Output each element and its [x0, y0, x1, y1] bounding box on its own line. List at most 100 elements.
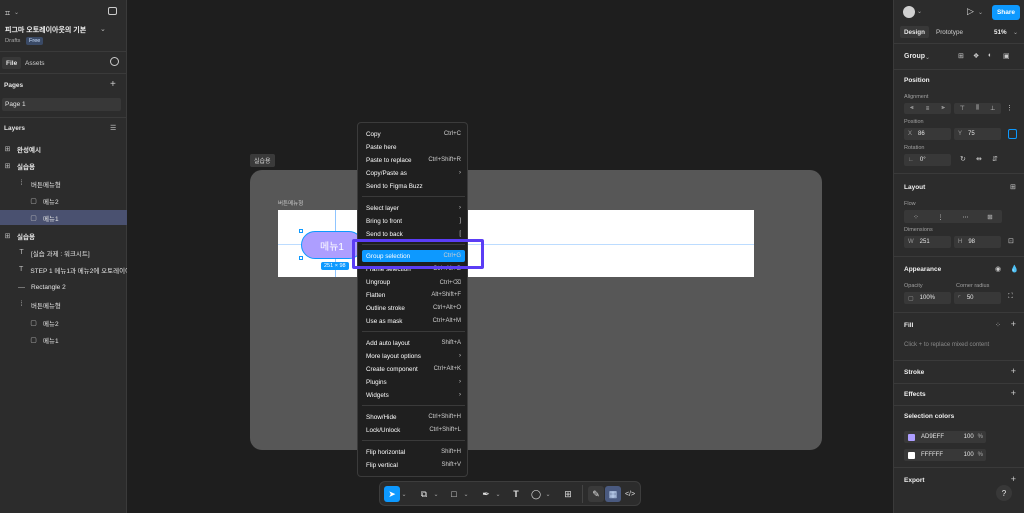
file-title[interactable]: 피그마 오토레이아웃의 기본: [5, 25, 86, 35]
layer-item[interactable]: T STEP 1 메뉴1과 메뉴2에 오토레이아웃: [0, 262, 127, 277]
menu-item[interactable]: More layout options ›: [362, 350, 465, 362]
independent-corners-icon[interactable]: ⛶: [1008, 293, 1013, 301]
tab-prototype[interactable]: Prototype: [936, 29, 963, 36]
pen-tool-icon[interactable]: ✒: [478, 486, 494, 502]
align-top-icon[interactable]: ⊤: [960, 105, 965, 112]
layer-item[interactable]: ⁞ 버튼메뉴형: [0, 297, 127, 312]
chevron-down-icon[interactable]: ⌄: [917, 8, 922, 15]
align-bottom-icon[interactable]: ⊥: [990, 105, 995, 112]
chevron-down-icon[interactable]: ⌄: [544, 486, 552, 502]
rotation-field[interactable]: ∟ 0°: [904, 154, 951, 166]
vertical-align-group[interactable]: ⊤ ⫼ ⊥: [954, 103, 1001, 114]
menu-item[interactable]: Create component Ctrl+Alt+K: [362, 363, 465, 375]
menu-item[interactable]: Copy Ctrl+C: [362, 128, 465, 140]
layer-item[interactable]: T [실습 과제 : 워크시트]: [0, 245, 127, 260]
layer-item[interactable]: ⊞ 실습용: [0, 228, 127, 243]
menu-item[interactable]: Flip vertical Shift+V: [362, 459, 465, 471]
menu-item[interactable]: Copy/Paste as ›: [362, 167, 465, 179]
canvas[interactable]: 실습용 버튼메뉴형 메뉴1 251 × 98: [127, 0, 893, 513]
align-center-h-icon[interactable]: ≡: [926, 106, 930, 112]
height-field[interactable]: H 98: [954, 236, 1001, 248]
horizontal-align-group[interactable]: ⫷ ≡ ⫸: [904, 103, 951, 114]
layer-item[interactable]: ⊞ 실습용: [0, 158, 127, 173]
color-swatch[interactable]: [908, 451, 915, 459]
corner-radius-field[interactable]: ⌜ 50: [954, 292, 1001, 304]
rectangle-tool-icon[interactable]: □: [446, 486, 462, 502]
eye-icon[interactable]: ◉: [995, 265, 1001, 273]
distribute-icon[interactable]: ⋮: [1006, 104, 1013, 112]
grid-icon[interactable]: ⊞: [958, 52, 964, 60]
layer-item[interactable]: — Rectangle 2: [0, 280, 127, 295]
boolean-icon[interactable]: ◐: [988, 52, 992, 59]
help-button[interactable]: ?: [996, 485, 1012, 501]
mask-icon[interactable]: ▣: [1003, 52, 1010, 60]
selection-color-row[interactable]: FFFFFF 100%: [904, 449, 986, 461]
share-button[interactable]: Share: [992, 5, 1020, 20]
opacity-field[interactable]: ▢ 100%: [904, 292, 951, 304]
layer-item[interactable]: ▢ 메뉴1: [0, 210, 127, 225]
menu-item[interactable]: Paste here: [362, 141, 465, 153]
layer-item[interactable]: ▢ 메뉴2: [0, 315, 127, 330]
collapse-layers-icon[interactable]: ☰: [110, 124, 116, 132]
menu-item[interactable]: Frame selection Ctrl+Alt+G: [362, 263, 465, 275]
add-fill-icon[interactable]: +: [1011, 319, 1016, 329]
align-right-icon[interactable]: ⫸: [941, 105, 944, 112]
text-tool-icon[interactable]: T: [508, 486, 524, 502]
menu-item[interactable]: Show/Hide Ctrl+Shift+H: [362, 411, 465, 423]
search-icon[interactable]: [110, 57, 119, 66]
frame-label[interactable]: 실습용: [250, 154, 275, 167]
menu-item[interactable]: Select layer ›: [362, 202, 465, 214]
constraints-icon[interactable]: [1008, 129, 1017, 139]
component-icon[interactable]: ❖: [973, 52, 979, 60]
avatar[interactable]: [903, 6, 915, 18]
tab-design[interactable]: Design: [900, 26, 929, 38]
menu-item[interactable]: Flip horizontal Shift+H: [362, 446, 465, 458]
menu-item[interactable]: Plugins ›: [362, 376, 465, 388]
y-field[interactable]: Y 75: [954, 128, 1001, 140]
layer-item[interactable]: ⁞ 버튼메뉴형: [0, 176, 127, 191]
actions-tool-icon[interactable]: ⊞: [560, 486, 576, 502]
menu-item[interactable]: Send to Figma Buzz: [362, 180, 465, 192]
rotate-icon[interactable]: ↻: [960, 155, 966, 163]
dev-mode-icon[interactable]: </>: [622, 486, 638, 502]
chevron-down-icon[interactable]: ⌄: [1013, 29, 1018, 36]
play-icon[interactable]: ▷: [967, 6, 974, 17]
page-item[interactable]: Page 1: [2, 98, 121, 111]
chevron-down-icon[interactable]: ⌄: [494, 486, 502, 502]
layer-item[interactable]: ▢ 메뉴2: [0, 193, 127, 208]
zoom-level[interactable]: 51%: [994, 29, 1007, 36]
move-tool-icon[interactable]: ➤: [384, 486, 400, 502]
flip-vertical-icon[interactable]: ⇵: [992, 155, 998, 163]
add-page-icon[interactable]: +: [110, 79, 116, 90]
wrap-flow-icon[interactable]: ⊞: [987, 213, 992, 221]
color-swatch[interactable]: [908, 433, 915, 441]
draw-mode-icon[interactable]: ✎: [588, 486, 604, 502]
chevron-down-icon[interactable]: ⌄: [432, 486, 440, 502]
inner-frame-label[interactable]: 버튼메뉴형: [278, 199, 303, 207]
menu1-button[interactable]: 메뉴1: [301, 231, 363, 259]
width-field[interactable]: W 251: [904, 236, 951, 248]
selection-type[interactable]: Group: [904, 53, 925, 60]
drafts-label[interactable]: Drafts: [5, 38, 20, 44]
add-effect-icon[interactable]: +: [1011, 388, 1016, 398]
selection-color-row[interactable]: AD9EFF 100%: [904, 431, 986, 443]
x-field[interactable]: X 86: [904, 128, 951, 140]
menu-item[interactable]: Flatten Alt+Shift+F: [362, 289, 465, 301]
tab-assets[interactable]: Assets: [25, 60, 45, 67]
menu-item[interactable]: Group selection Ctrl+G: [362, 250, 465, 262]
flow-options[interactable]: ⁘ ⋮ ⋯ ⊞: [904, 210, 1002, 223]
auto-layout-icon[interactable]: ⊞: [1010, 183, 1016, 191]
resize-to-fit-icon[interactable]: ⊡: [1008, 237, 1014, 245]
layer-item[interactable]: ▢ 메뉴1: [0, 332, 127, 347]
sidebar-toggle-icon[interactable]: [108, 7, 117, 15]
chevron-down-icon[interactable]: ⌄: [925, 54, 930, 61]
blend-mode-icon[interactable]: 💧: [1010, 265, 1019, 273]
chevron-down-icon[interactable]: ⌄: [400, 486, 408, 502]
add-stroke-icon[interactable]: +: [1011, 366, 1016, 376]
menu-item[interactable]: Outline stroke Ctrl+Alt+O: [362, 302, 465, 314]
align-middle-icon[interactable]: ⫼: [976, 105, 979, 112]
frame-tool-icon[interactable]: ⧉: [416, 486, 432, 502]
vertical-flow-icon[interactable]: ⋮: [937, 213, 944, 221]
menu-item[interactable]: Paste to replace Ctrl+Shift+R: [362, 154, 465, 166]
resize-handle[interactable]: [299, 229, 303, 233]
